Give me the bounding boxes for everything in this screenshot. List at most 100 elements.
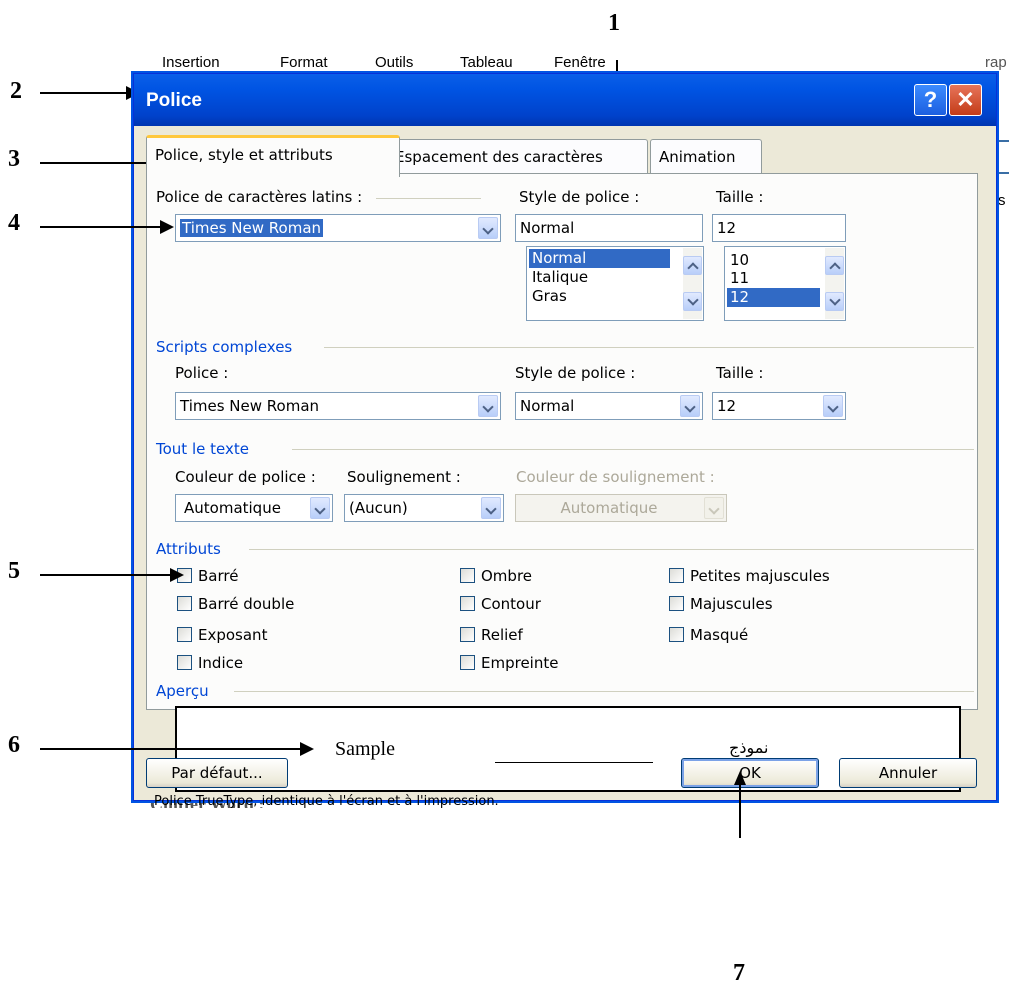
latin-size-input[interactable]: 12 xyxy=(712,214,846,242)
complex-style-label: Style de police : xyxy=(515,364,636,382)
font-color-value: Automatique xyxy=(184,499,281,517)
dialog-titlebar[interactable]: Police ? ✕ xyxy=(134,74,996,126)
chevron-down-icon[interactable] xyxy=(310,497,330,519)
bg-menu-fenetre: Fenêtre xyxy=(554,54,606,71)
latin-font-value: Times New Roman xyxy=(180,219,324,237)
underline-color-select: Automatique xyxy=(515,494,727,522)
latin-size-value: 12 xyxy=(717,219,737,237)
style-option-gras[interactable]: Gras xyxy=(529,287,670,306)
checkbox-masque[interactable] xyxy=(669,627,684,642)
complex-style-select[interactable]: Normal xyxy=(515,392,703,420)
complex-size-label: Taille : xyxy=(716,364,764,382)
default-button-label: Par défaut... xyxy=(171,764,263,782)
complex-style-value: Normal xyxy=(520,397,575,415)
checkbox-petites-majuscules[interactable] xyxy=(669,568,684,583)
checkbox-label-masque[interactable]: Masqué xyxy=(690,626,748,644)
checkbox-contour[interactable] xyxy=(460,596,475,611)
chevron-down-icon[interactable] xyxy=(680,395,700,417)
cancel-button-label: Annuler xyxy=(878,764,938,782)
size-list-scrollbar[interactable] xyxy=(825,248,844,319)
scroll-up-icon[interactable] xyxy=(683,256,702,275)
complex-font-select[interactable]: Times New Roman xyxy=(175,392,501,420)
checkbox-label-majuscules[interactable]: Majuscules xyxy=(690,595,773,613)
chevron-down-icon[interactable] xyxy=(478,395,498,417)
checkbox-label-ombre[interactable]: Ombre xyxy=(481,567,532,585)
bg-side-strip xyxy=(995,140,1009,174)
latin-font-separator xyxy=(376,198,481,199)
close-button[interactable]: ✕ xyxy=(949,84,982,116)
underline-label: Soulignement : xyxy=(347,468,461,486)
annotation-6-number: 6 xyxy=(8,732,20,758)
annotation-2-arrow-shaft xyxy=(40,92,130,94)
attributes-separator xyxy=(249,549,974,550)
annotation-3-number: 3 xyxy=(8,146,20,172)
annotation-2-number: 2 xyxy=(10,78,22,104)
annotation-4-arrow-head xyxy=(160,220,174,234)
tab-animation[interactable]: Animation xyxy=(650,139,762,174)
checkbox-relief[interactable] xyxy=(460,627,475,642)
complex-size-value: 12 xyxy=(717,397,737,415)
underline-select[interactable]: (Aucun) xyxy=(344,494,504,522)
dialog-title: Police xyxy=(146,90,202,111)
font-color-label: Couleur de police : xyxy=(175,468,316,486)
size-option-12[interactable]: 12 xyxy=(727,288,820,307)
style-list-scrollbar[interactable] xyxy=(683,248,702,319)
size-option-11[interactable]: 11 xyxy=(727,269,820,288)
scroll-down-icon[interactable] xyxy=(683,292,702,311)
checkbox-indice[interactable] xyxy=(177,655,192,670)
complex-scripts-group-label: Scripts complexes xyxy=(156,338,293,356)
annotation-7-number: 7 xyxy=(733,960,745,986)
bg-menu-outils: Outils xyxy=(375,54,414,71)
annotation-1-number: 1 xyxy=(608,10,620,36)
size-option-10[interactable]: 10 xyxy=(727,251,820,270)
scroll-down-icon[interactable] xyxy=(825,292,844,311)
preview-separator xyxy=(234,691,974,692)
font-color-select[interactable]: Automatique xyxy=(175,494,333,522)
annotation-4-number: 4 xyxy=(8,210,20,236)
chevron-down-icon[interactable] xyxy=(478,217,498,239)
tab-font-style-attributes[interactable]: Police, style et attributs xyxy=(146,135,400,177)
tab-character-spacing[interactable]: Espacement des caractères xyxy=(386,139,648,174)
checkbox-label-indice[interactable]: Indice xyxy=(198,654,243,672)
ok-button[interactable]: OK xyxy=(681,758,819,788)
annotation-4-arrow-shaft xyxy=(40,226,164,228)
chevron-down-icon[interactable] xyxy=(823,395,843,417)
latin-style-input[interactable]: Normal xyxy=(515,214,703,242)
all-text-separator xyxy=(292,449,974,450)
checkbox-ombre[interactable] xyxy=(460,568,475,583)
underline-color-value: Automatique xyxy=(560,499,658,517)
checkbox-label-relief[interactable]: Relief xyxy=(481,626,523,644)
checkbox-label-barre-double[interactable]: Barré double xyxy=(198,595,294,613)
attributes-group-label: Attributs xyxy=(156,540,221,558)
annotation-5-arrow-shaft xyxy=(40,574,174,576)
all-text-group-label: Tout le texte xyxy=(156,440,249,458)
checkbox-empreinte[interactable] xyxy=(460,655,475,670)
latin-font-select[interactable]: Times New Roman xyxy=(175,214,501,242)
bg-menu-format: Format xyxy=(280,54,328,71)
latin-size-list[interactable]: 10 11 12 xyxy=(724,246,846,321)
checkbox-label-empreinte[interactable]: Empreinte xyxy=(481,654,558,672)
checkbox-majuscules[interactable] xyxy=(669,596,684,611)
complex-size-select[interactable]: 12 xyxy=(712,392,846,420)
checkbox-label-barre[interactable]: Barré xyxy=(198,567,238,585)
checkbox-label-petites-majuscules[interactable]: Petites majuscules xyxy=(690,567,830,585)
scroll-up-icon[interactable] xyxy=(825,256,844,275)
chevron-down-icon[interactable] xyxy=(481,497,501,519)
checkbox-barre-double[interactable] xyxy=(177,596,192,611)
help-button[interactable]: ? xyxy=(914,84,947,116)
preview-arabic-sample: نموذج xyxy=(729,738,769,757)
checkbox-label-contour[interactable]: Contour xyxy=(481,595,541,613)
annotation-5-number: 5 xyxy=(8,558,20,584)
style-option-italique[interactable]: Italique xyxy=(529,268,670,287)
latin-style-list[interactable]: Normal Italique Gras xyxy=(526,246,704,321)
latin-style-value: Normal xyxy=(520,219,575,237)
checkbox-label-exposant[interactable]: Exposant xyxy=(198,626,267,644)
checkbox-exposant[interactable] xyxy=(177,627,192,642)
style-option-normal[interactable]: Normal xyxy=(529,249,670,268)
preview-line xyxy=(495,762,653,763)
cancel-button[interactable]: Annuler xyxy=(839,758,977,788)
default-button[interactable]: Par défaut... xyxy=(146,758,288,788)
bg-menu-tableau: Tableau xyxy=(460,54,513,71)
bg-menu-insertion: Insertion xyxy=(162,54,220,71)
preview-group-label: Aperçu xyxy=(156,682,209,700)
